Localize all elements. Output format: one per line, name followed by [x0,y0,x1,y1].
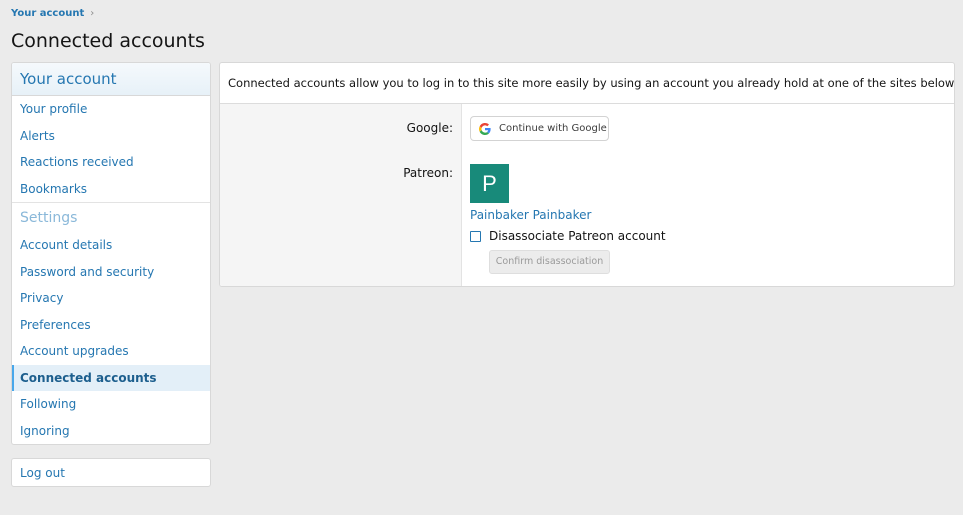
connected-accounts-panel: Connected accounts allow you to log in t… [219,62,955,287]
page-title: Connected accounts [11,30,205,52]
form-labels-column: Google: Patreon: [220,104,462,286]
sidebar: Your account Your profile Alerts Reactio… [11,62,211,445]
sidebar-item-bookmarks[interactable]: Bookmarks [12,176,210,203]
sidebar-section-settings: Settings [12,202,210,232]
sidebar-item-ignoring[interactable]: Ignoring [12,418,210,445]
google-label: Google: [406,121,453,135]
google-g-icon [479,122,491,135]
sidebar-item-account-details[interactable]: Account details [12,232,210,259]
breadcrumb-your-account[interactable]: Your account [11,8,84,19]
page: Your account › Connected accounts Your a… [0,0,963,515]
sidebar-item-following[interactable]: Following [12,391,210,418]
breadcrumb: Your account › [11,8,94,19]
sidebar-item-privacy[interactable]: Privacy [12,285,210,312]
patreon-label: Patreon: [403,166,453,180]
patreon-avatar: P [470,164,509,203]
sidebar-item-connected-accounts[interactable]: Connected accounts [12,364,210,391]
sidebar-item-preferences[interactable]: Preferences [12,312,210,339]
continue-with-google-button[interactable]: Continue with Google [470,116,609,141]
sidebar-item-alerts[interactable]: Alerts [12,123,210,150]
patreon-account-name-link[interactable]: Painbaker Painbaker [470,208,591,222]
sidebar-item-reactions-received[interactable]: Reactions received [12,149,210,176]
sidebar-item-account-upgrades[interactable]: Account upgrades [12,338,210,365]
intro-text: Connected accounts allow you to log in t… [220,63,954,104]
sidebar-header[interactable]: Your account [12,63,210,96]
sidebar-item-password-and-security[interactable]: Password and security [12,259,210,286]
disassociate-patreon-checkbox-row[interactable]: Disassociate Patreon account [470,229,666,243]
form-fields-column: Continue with Google P Painbaker Painbak… [462,104,954,286]
logout-link[interactable]: Log out [11,458,211,487]
sidebar-item-your-profile[interactable]: Your profile [12,96,210,123]
chevron-right-icon: › [90,8,95,19]
providers-form: Google: Patreon: Continue with Google P … [220,104,954,286]
continue-with-google-label: Continue with Google [499,123,607,134]
confirm-disassociation-button[interactable]: Confirm disassociation [489,250,610,274]
disassociate-checkbox[interactable] [470,230,481,242]
disassociate-label: Disassociate Patreon account [489,229,666,243]
